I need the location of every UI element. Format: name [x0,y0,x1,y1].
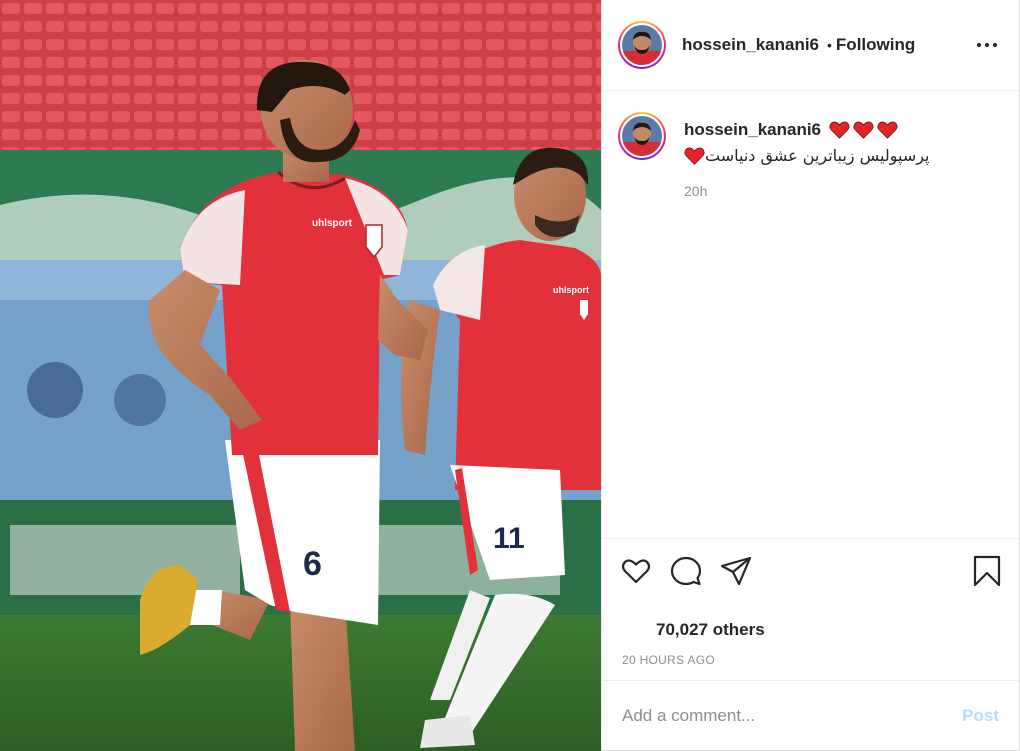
heart-icon[interactable] [620,555,652,587]
more-dot-icon [985,43,989,47]
avatar-photo [622,116,662,156]
post-image: uhlsport 11 6 uhlsport [0,0,601,751]
following-button[interactable]: Following [836,35,915,55]
post-timestamp[interactable]: 20 HOURS AGO [622,653,715,667]
comment-form: Post [602,680,1019,750]
more-options-button[interactable] [977,38,997,52]
kit-brand-label-1: uhlsport [312,218,353,229]
avatar[interactable] [618,21,666,69]
post-actions: 70,027 others 20 HOURS AGO [602,538,1019,680]
paper-plane-icon[interactable] [720,555,752,587]
more-dot-icon [993,43,997,47]
more-dot-icon [977,43,981,47]
shirt-number-11: 11 [493,522,525,555]
post-photo[interactable]: uhlsport 11 6 uhlsport [0,0,601,751]
header-separator: • [827,37,832,53]
caption-text: پرسپولیس زیباترین عشق دنیاست [705,146,930,165]
avatar-photo [622,25,662,65]
shirt-number-6: 6 [303,545,322,583]
comment-icon[interactable] [670,555,702,587]
caption-avatar[interactable] [618,112,666,160]
red-heart-emoji-icon [684,147,705,165]
bookmark-icon[interactable] [971,555,1003,587]
post-comment-button[interactable]: Post [962,706,999,726]
post-header: hossein_kanani6 • Following [602,0,1019,91]
post-side-panel: hossein_kanani6 • Following hossein_kana… [601,0,1020,751]
caption-username[interactable]: hossein_kanani6 [684,120,821,140]
header-username[interactable]: hossein_kanani6 [682,35,819,55]
caption-time[interactable]: 20h [684,183,930,199]
caption-hearts [829,121,898,139]
kit-brand-label-2: uhlsport [553,285,589,295]
red-heart-emoji-icon [829,121,850,139]
caption: hossein_kanani6 پرسپولیس زیباترین عشق دن… [618,112,1008,199]
red-heart-emoji-icon [877,121,898,139]
red-heart-emoji-icon [853,121,874,139]
comment-input[interactable] [622,705,963,726]
likes-count[interactable]: 70,027 others [656,620,765,640]
